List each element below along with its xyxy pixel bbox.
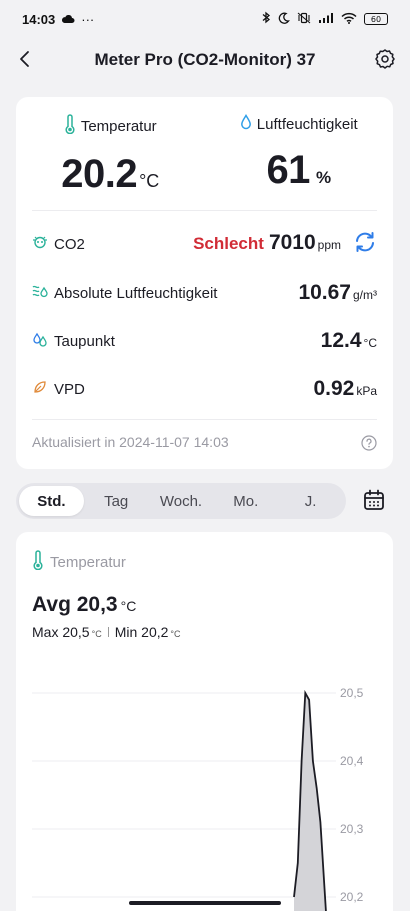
tab-hour[interactable]: Std. bbox=[19, 486, 84, 516]
average-readout: Avg 20,3 °C bbox=[32, 593, 136, 617]
vibrate-icon bbox=[297, 12, 311, 27]
divider bbox=[107, 627, 109, 637]
chart-title: Temperatur bbox=[50, 553, 126, 571]
leaf-icon bbox=[32, 379, 48, 399]
status-time: 14:03 bbox=[22, 11, 56, 27]
dewpoint-row: Taupunkt 12.4 °C bbox=[16, 321, 393, 361]
abs-humidity-row: Absolute Luftfeuchtigkeit 10.67 g/m³ bbox=[16, 273, 393, 313]
moon-icon bbox=[278, 12, 290, 27]
temperature-panel: Temperatur 20.2 °C bbox=[16, 97, 205, 209]
co2-label: CO2 bbox=[54, 235, 85, 253]
chart-card: Temperatur Avg 20,3 °C Max 20,5 °C Min 2… bbox=[16, 532, 393, 911]
max-value: Max 20,5 bbox=[32, 624, 90, 640]
tab-day[interactable]: Tag bbox=[84, 486, 149, 516]
dewpoint-label: Taupunkt bbox=[54, 332, 115, 350]
temperature-value: 20.2 bbox=[61, 152, 138, 196]
back-icon[interactable] bbox=[16, 46, 40, 72]
co2-status: Schlecht bbox=[193, 233, 264, 253]
co2-unit: ppm bbox=[317, 237, 341, 252]
vpd-value: 0.92 bbox=[313, 377, 355, 400]
vpd-row: VPD 0.92 kPa bbox=[16, 369, 393, 409]
average-value: Avg 20,3 bbox=[32, 593, 118, 616]
tab-month[interactable]: Mo. bbox=[213, 486, 278, 516]
y-tick-label: 20,2 bbox=[340, 890, 364, 904]
average-unit: °C bbox=[120, 598, 137, 614]
min-value: Min 20,2 bbox=[114, 624, 169, 640]
gear-icon[interactable] bbox=[374, 48, 396, 70]
temperature-label: Temperatur bbox=[80, 117, 157, 135]
humidity-label: Luftfeuchtigkeit bbox=[256, 115, 358, 133]
divider bbox=[32, 210, 377, 211]
thermometer-icon bbox=[64, 114, 76, 138]
humidity-unit: % bbox=[315, 168, 332, 187]
abs-humidity-label: Absolute Luftfeuchtigkeit bbox=[54, 284, 218, 302]
humidity-value: 61 bbox=[266, 148, 310, 192]
co2-row: CO2 Schlecht 7010 ppm bbox=[16, 224, 393, 264]
tab-week[interactable]: Woch. bbox=[149, 486, 214, 516]
co2-value: 7010 bbox=[268, 230, 316, 254]
help-icon[interactable] bbox=[361, 435, 377, 451]
calendar-icon[interactable] bbox=[362, 488, 386, 512]
app-header: Meter Pro (CO2-Monitor) 37 bbox=[0, 38, 410, 82]
min-unit: °C bbox=[170, 629, 181, 639]
droplet-icon bbox=[240, 113, 252, 134]
status-bar: 14:03 ··· 60 bbox=[0, 0, 410, 38]
humidity-waves-icon bbox=[32, 284, 48, 302]
abs-humidity-value: 10.67 bbox=[298, 281, 351, 304]
tab-year[interactable]: J. bbox=[278, 486, 343, 516]
thermometer-icon bbox=[32, 550, 44, 574]
wifi-icon bbox=[341, 12, 357, 27]
cloud-icon bbox=[61, 12, 75, 27]
status-dots: ··· bbox=[81, 11, 95, 27]
min-max-readout: Max 20,5 °C Min 20,2 °C bbox=[32, 624, 181, 640]
max-unit: °C bbox=[91, 629, 102, 639]
home-indicator[interactable] bbox=[129, 901, 281, 905]
signal-icon bbox=[318, 12, 334, 27]
vpd-unit: kPa bbox=[356, 384, 377, 398]
co2-icon bbox=[32, 235, 48, 253]
refresh-icon[interactable] bbox=[353, 231, 377, 258]
time-range-tabs: Std. Tag Woch. Mo. J. bbox=[16, 483, 346, 519]
abs-humidity-unit: g/m³ bbox=[353, 288, 377, 302]
dewpoint-value: 12.4 bbox=[320, 329, 362, 352]
temperature-chart[interactable]: 20,5 20,4 20,3 20,2 bbox=[16, 672, 393, 911]
y-tick-label: 20,5 bbox=[340, 686, 364, 700]
page-title: Meter Pro (CO2-Monitor) 37 bbox=[94, 50, 316, 69]
updated-timestamp: Aktualisiert in 2024-11-07 14:03 bbox=[32, 434, 229, 450]
temperature-unit: °C bbox=[139, 171, 160, 191]
humidity-panel: Luftfeuchtigkeit 61 % bbox=[205, 97, 394, 209]
vpd-label: VPD bbox=[54, 380, 85, 398]
divider bbox=[32, 419, 377, 420]
y-tick-label: 20,3 bbox=[340, 822, 364, 836]
battery-icon: 60 bbox=[364, 13, 388, 25]
readings-card: Temperatur 20.2 °C Luftfeuchtigkeit 61 % bbox=[16, 97, 393, 469]
dewpoint-icon bbox=[32, 331, 48, 351]
y-tick-label: 20,4 bbox=[340, 754, 364, 768]
bluetooth-icon bbox=[262, 11, 271, 27]
dewpoint-unit: °C bbox=[363, 336, 377, 350]
